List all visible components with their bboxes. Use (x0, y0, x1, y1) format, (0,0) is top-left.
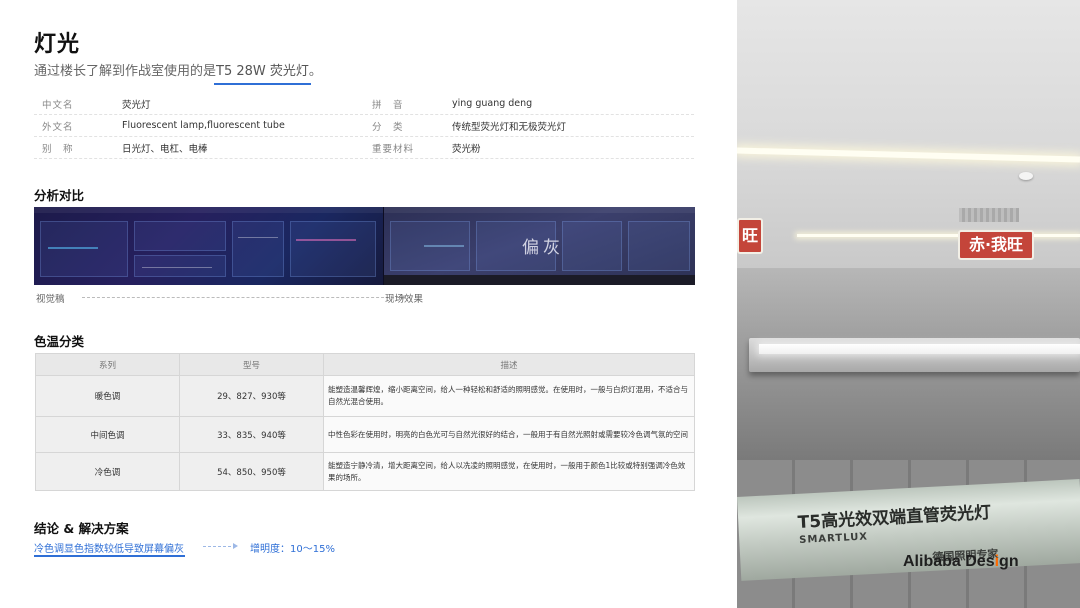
info-key: 拼 音 (372, 99, 404, 111)
series-cell: 冷色调 (35, 452, 180, 491)
table-header-row: 系列 型号 描述 (35, 353, 695, 376)
subtitle-prefix: 通过楼长了解到作战室使用的是 (34, 64, 217, 79)
info-key: 别 称 (42, 143, 74, 155)
color-temp-table: 系列 型号 描述 暖色调 29、827、930等 能塑造温馨辉煌，缩小距离空间，… (35, 353, 695, 491)
sign-left: 旺 (737, 218, 763, 254)
info-value: 荧光灯 (122, 99, 151, 111)
alibaba-design-logo: Alibaba Design (903, 553, 1019, 570)
color-temp-heading: 色温分类 (34, 334, 85, 349)
info-key: 分 类 (372, 121, 404, 133)
onsite-effect-image: 偏灰 (383, 207, 695, 285)
ceiling-vent (959, 208, 1019, 222)
description-cell: 中性色彩在使用时，明亮的白色光可与自然光很好的结合，一般用于有自然光照射或需要较… (323, 416, 695, 453)
info-value: 日光灯、电杠、电棒 (122, 143, 208, 155)
visual-draft-label: 视觉稿 (36, 294, 65, 305)
conclusion-heading: 结论 & 解决方案 (34, 521, 129, 536)
conclusion-result: 增明度：10～15% (250, 544, 335, 555)
info-value: 荧光粉 (452, 143, 481, 155)
info-value: 传统型荧光灯和无极荧光灯 (452, 121, 567, 133)
lamp-tube (759, 344, 1080, 354)
info-value: Fluorescent lamp,fluorescent tube (122, 120, 285, 131)
info-key: 外文名 (42, 121, 74, 133)
ceiling-photo: 旺 赤·我旺 (737, 0, 1080, 268)
info-key: 重要材料 (372, 143, 415, 155)
onsite-effect-label: 现场效果 (385, 294, 424, 305)
ceiling-light-strip (737, 147, 1080, 163)
column-header: 型号 (179, 353, 324, 376)
conclusion-text: 冷色调显色指数较低导致屏幕偏灰 (34, 544, 184, 555)
subtitle-suffix: 。 (308, 64, 322, 79)
page-title: 灯光 (34, 32, 81, 57)
smoke-detector (1019, 172, 1033, 180)
description-cell: 能塑造温馨辉煌，缩小距离空间，给人一种轻松和舒适的照明感觉。在使用时，一般与白炽… (323, 375, 695, 417)
series-cell: 中间色调 (35, 416, 180, 453)
info-row: 中文名 荧光灯 拼 音 ying guang deng (34, 93, 694, 115)
info-value: ying guang deng (452, 98, 533, 109)
comparison-images: 偏灰 (34, 207, 695, 285)
page-subtitle: 通过楼长了解到作战室使用的是T5 28W 荧光灯。 (34, 60, 322, 79)
visual-draft-image (34, 207, 383, 285)
tube-label-photo: T5高光效双端直管荧光灯 SMARTLUX 德国照明专家 Alibaba Des… (737, 460, 1080, 608)
photo-column: 旺 赤·我旺 T5高光效双端直管荧光灯 SMARTLUX 德国照明专家 Alib… (737, 0, 1080, 608)
column-header: 描述 (323, 353, 695, 376)
conclusion-underline (34, 555, 185, 557)
lamp-fixture-photo (737, 268, 1080, 460)
table-row: 暖色调 29、827、930等 能塑造温馨辉煌，缩小距离空间，给人一种轻松和舒适… (35, 375, 695, 417)
model-cell: 33、835、940等 (179, 416, 324, 453)
subtitle-highlight: T5 28W 荧光灯 (216, 64, 309, 79)
series-cell: 暖色调 (35, 375, 180, 417)
overlay-label: 偏灰 (522, 238, 564, 258)
content-panel: 灯光 通过楼长了解到作战室使用的是T5 28W 荧光灯。 中文名 荧光灯 拼 音… (0, 0, 737, 608)
info-table: 中文名 荧光灯 拼 音 ying guang deng 外文名 Fluoresc… (34, 93, 694, 159)
info-row: 别 称 日光灯、电杠、电棒 重要材料 荧光粉 (34, 137, 694, 159)
ceiling-light-strip (797, 234, 1080, 237)
comparison-labels: 视觉稿 现场效果 (34, 291, 695, 305)
model-cell: 29、827、930等 (179, 375, 324, 417)
analysis-heading: 分析对比 (34, 188, 85, 203)
description-cell: 能塑造宁静冷清，增大距离空间，给人以冼凌的照明感觉，在使用时，一般用于颜色1比较… (323, 452, 695, 491)
sign-right: 赤·我旺 (958, 230, 1034, 260)
info-row: 外文名 Fluorescent lamp,fluorescent tube 分 … (34, 115, 694, 137)
right-arrow-icon (82, 294, 406, 300)
column-header: 系列 (35, 353, 180, 376)
info-key: 中文名 (42, 99, 74, 111)
right-arrow-icon (203, 543, 238, 549)
table-row: 冷色调 54、850、950等 能塑造宁静冷清，增大距离空间，给人以冼凌的照明感… (35, 452, 695, 491)
table-row: 中间色调 33、835、940等 中性色彩在使用时，明亮的白色光可与自然光很好的… (35, 416, 695, 453)
model-cell: 54、850、950等 (179, 452, 324, 491)
